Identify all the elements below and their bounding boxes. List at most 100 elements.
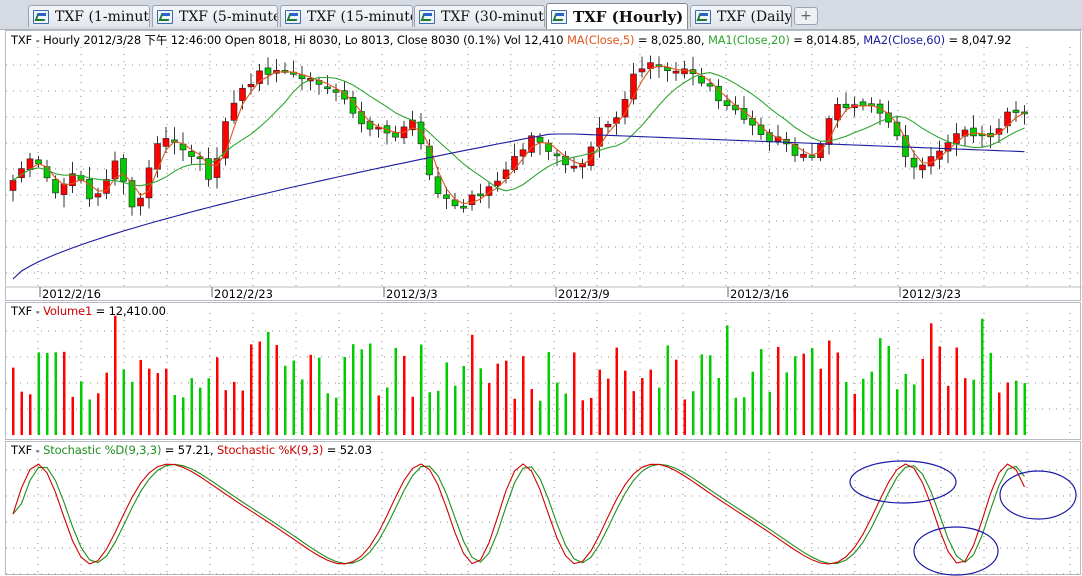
candle-body [970,127,977,137]
candle-body [162,138,170,147]
volume-bar [598,369,601,435]
volume-bar [292,360,295,435]
volume-bar [301,379,304,435]
volume-bar [530,389,533,435]
volume-bar [666,345,669,435]
ma60-line [12,133,1025,280]
candle-body [443,194,450,199]
volume-bar [717,377,720,435]
volume-bar [828,340,831,435]
volume-bar [199,387,202,435]
candle-body [247,83,255,88]
volume-bar [819,368,822,435]
tab-label: TXF (Hourly) [573,7,684,26]
volume-bar [938,346,941,435]
volume-bar [989,352,992,435]
volume-bar [386,387,389,435]
volume-bar [700,354,703,435]
candle-body [94,193,102,198]
stoch-prefix: TXF - [11,443,44,457]
ma5-value: = 8,025.80, [634,33,708,47]
tab-1-minute[interactable]: TXF (1-minute) [28,5,150,27]
tab-label: TXF (15-minute) [307,8,413,25]
plus-icon: + [800,8,812,24]
tab-30-minute[interactable]: TXF (30-minute [414,5,545,27]
volume-bar [913,384,916,435]
volume-bar [683,399,686,435]
volume-bar [887,345,890,435]
volume-bar [794,356,797,435]
volume-bar [496,363,499,435]
volume-bar [454,385,457,435]
stochastic-line-chart[interactable] [6,442,1082,576]
volume-bar [54,352,57,435]
candle-body [426,145,433,176]
candle-body [52,179,59,194]
tab-15-minute[interactable]: TXF (15-minute) [280,5,413,27]
volume-bar-chart[interactable] [6,303,1082,441]
volume-bar [97,393,100,435]
volume-bar [105,372,108,435]
candle-body [800,153,807,158]
volume-bar [896,389,899,435]
annotation-circle [999,470,1077,520]
tab-label: TXF (30-minute [441,8,545,25]
volume-bar [624,370,627,435]
volume-bar [845,381,848,435]
ma60-label: MA2(Close,60) [863,33,945,47]
tab-daily[interactable]: TXF (Daily) [690,5,792,27]
volume-bar [471,334,474,435]
volume-bar [326,393,329,435]
volume-bar [360,349,363,435]
candle-body [188,151,195,157]
stoch-k-label: Stochastic %K(9,3) [216,443,324,457]
volume-bar [607,378,610,435]
candle-body [570,165,578,169]
volume-bar [547,352,550,435]
volume-bar [921,358,924,435]
volume-bar [71,396,74,435]
volume-bar [811,348,814,435]
ma20-line [12,72,1025,192]
candle-body [111,160,119,180]
candle-body [723,100,731,107]
add-tab-button[interactable]: + [794,7,818,25]
volume-bar [122,369,125,435]
volume-bar [726,325,729,435]
stochastic-chart-panel[interactable]: TXF - Stochastic %D(9,3,3) = 57.21, Stoc… [5,441,1082,576]
volume-bar [216,357,219,435]
volume-bar [972,379,975,435]
candlestick-chart[interactable]: 2012/2/16 2012/2/23 2012/3/3 2012/3/9 2012/3… [6,31,1082,302]
volume-bar [182,397,185,435]
volume-bar [165,368,168,435]
volume-bar [751,371,754,435]
volume-bar [573,352,576,435]
volume-bar [258,341,261,435]
volume-bar [190,378,193,435]
candle-body [213,158,221,178]
date-tick-label: 2012/2/16 [42,287,101,301]
candle-body [477,193,484,197]
volume-bar [539,400,542,435]
tab-hourly[interactable]: TXF (Hourly) × [546,3,688,29]
volume-bar [1015,380,1018,435]
volume-bar [522,356,525,435]
candle-body [553,153,561,157]
price-info: TXF - Hourly 2012/3/28 下午 12:46:00 Open … [11,33,564,47]
volume-bar [437,390,440,435]
chart-icon [33,9,49,24]
price-chart-panel[interactable]: TXF - Hourly 2012/3/28 下午 12:46:00 Open … [5,30,1082,302]
candle-body [808,155,816,158]
volume-bar [369,343,372,435]
volume-bar [156,373,159,435]
ma5-label: MA(Close,5) [566,33,635,47]
volume-chart-panel[interactable]: TXF - Volume1 = 12,410.00 [5,302,1082,441]
volume-bar [284,365,287,435]
volume-bar [479,368,482,435]
volume-bar [581,400,584,435]
volume-bar [12,367,15,435]
volume-bar [394,347,397,435]
candle-body [324,86,331,90]
volume-bar [709,355,712,435]
tab-5-minute[interactable]: TXF (5-minute) [152,5,278,27]
